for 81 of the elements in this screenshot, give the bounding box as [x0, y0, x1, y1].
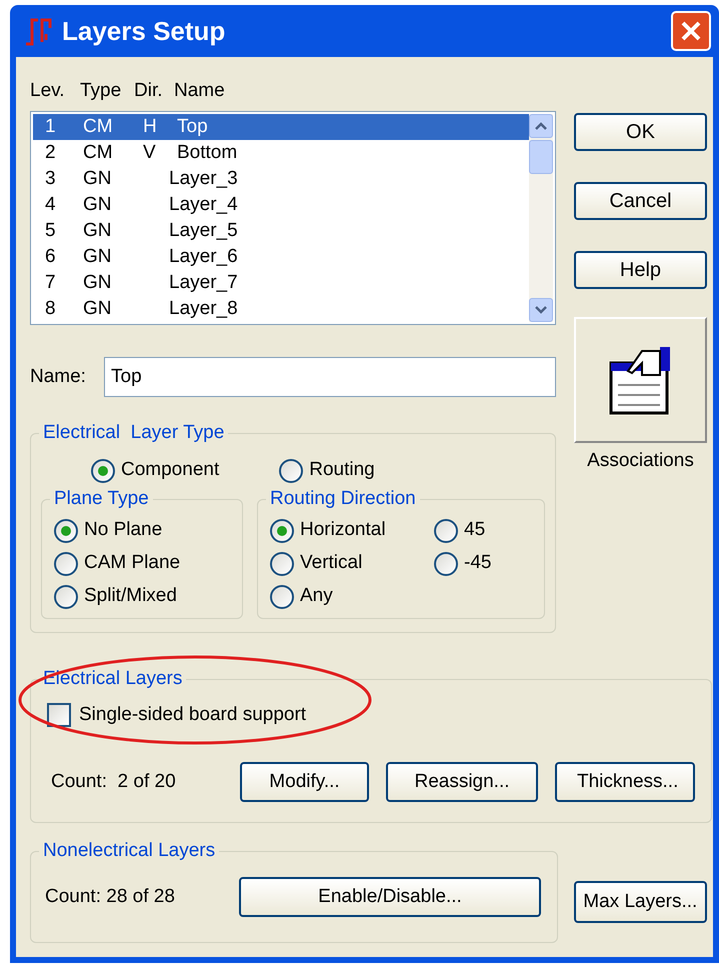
type-cell-text: GN — [83, 244, 112, 269]
radio-label: Vertical — [300, 551, 362, 576]
radio-button[interactable] — [434, 518, 458, 542]
checkbox-label: Single-sided board support — [79, 702, 306, 727]
radio-label: Any — [300, 584, 333, 608]
radio-label: No Plane — [84, 518, 162, 542]
level-cell-text: 1 — [44, 114, 57, 139]
radio-button[interactable] — [434, 552, 458, 576]
radio-label: Split/Mixed — [84, 584, 177, 608]
layer-row[interactable]: 5 GN Layer_5 — [33, 218, 529, 244]
layer-row[interactable]: 3 GN Layer_3 — [33, 166, 529, 192]
level-cell-text: 2 — [44, 140, 57, 165]
count-label: Count: 28 of 28 — [45, 884, 176, 909]
layer-row[interactable]: 8 GN Layer_8 — [33, 296, 529, 322]
level-cell-text: 8 — [44, 296, 57, 321]
name-cell-text: Layer_6 — [169, 244, 238, 269]
name-cell-text: Bottom — [176, 140, 238, 165]
dialog-button[interactable]: Max Layers... — [574, 881, 707, 923]
name-cell-text: Layer_8 — [169, 296, 238, 321]
radio-button[interactable] — [270, 518, 294, 542]
radio-button[interactable] — [91, 458, 115, 482]
level-cell-text: 3 — [44, 166, 57, 191]
radio-label: Routing — [309, 458, 375, 482]
dialog-button[interactable]: Thickness... — [555, 762, 695, 802]
dialog-button[interactable]: Reassign... — [386, 762, 538, 802]
level-cell-text: 5 — [44, 218, 57, 243]
scroll-down-icon[interactable] — [529, 298, 553, 322]
type-cell-text: GN — [83, 166, 112, 191]
level-cell-text: 4 — [44, 192, 57, 217]
type-cell-text: CM — [83, 114, 114, 139]
dialog-button[interactable]: Enable/Disable... — [239, 877, 541, 917]
radio-button[interactable] — [270, 552, 294, 576]
field-label: Name: — [30, 364, 87, 389]
radio-label: -45 — [464, 551, 492, 576]
level-cell-text: 6 — [44, 244, 57, 269]
dialog-button[interactable]: Help — [574, 251, 707, 289]
name-cell-text: Layer_3 — [169, 166, 238, 191]
radio-button[interactable] — [270, 584, 294, 608]
type-cell-text: GN — [83, 296, 112, 321]
scroll-up-icon[interactable] — [529, 114, 553, 138]
radio-button[interactable] — [54, 584, 78, 608]
radio-label: CAM Plane — [84, 551, 180, 576]
associations-label: Associations — [586, 449, 695, 473]
name-cell-text: Top — [176, 114, 208, 139]
type-cell-text: CM — [83, 140, 114, 165]
dialog-button[interactable]: Cancel — [574, 182, 707, 220]
layer-row[interactable]: 4 GN Layer_4 — [33, 192, 529, 218]
column-header: Name — [174, 78, 225, 103]
radio-button[interactable] — [279, 458, 304, 482]
close-icon — [680, 20, 702, 42]
radio-button[interactable] — [54, 552, 78, 576]
name-cell-text: Layer_4 — [169, 192, 238, 217]
direction-cell-text: H — [143, 114, 158, 139]
dialog-button[interactable]: OK — [574, 113, 707, 151]
layer-row[interactable]: 2 CM V Bottom — [33, 140, 529, 166]
type-cell-text: GN — [83, 192, 112, 217]
count-label: Count: 2 of 20 — [50, 770, 177, 794]
window-title: Layers Setup — [62, 14, 226, 48]
direction-cell-text: V — [143, 140, 157, 165]
checkbox[interactable] — [47, 703, 71, 727]
name-field[interactable]: Top — [104, 357, 556, 397]
type-cell-text: GN — [83, 218, 112, 243]
type-cell-text: GN — [83, 270, 112, 295]
column-header: Type — [80, 78, 122, 103]
layer-row[interactable]: 6 GN Layer_6 — [33, 244, 529, 270]
associations-button[interactable] — [574, 317, 707, 443]
column-header: Dir. — [134, 78, 164, 103]
radio-label: Component — [121, 458, 220, 482]
scroll-thumb[interactable] — [529, 140, 553, 174]
layer-row[interactable]: 7 GN Layer_7 — [33, 270, 529, 296]
column-header: Lev. — [30, 78, 66, 103]
radio-label: 45 — [464, 518, 486, 542]
radio-button[interactable] — [54, 518, 78, 542]
level-cell-text: 7 — [44, 270, 57, 295]
layer-row[interactable]: 1 CM H Top — [33, 114, 529, 140]
dialog-button[interactable]: Modify... — [240, 762, 369, 802]
scrollbar[interactable] — [529, 114, 553, 322]
close-button[interactable] — [671, 11, 711, 51]
name-cell-text: Layer_5 — [169, 218, 238, 243]
name-cell-text: Layer_7 — [169, 270, 238, 295]
radio-label: Horizontal — [300, 518, 386, 542]
